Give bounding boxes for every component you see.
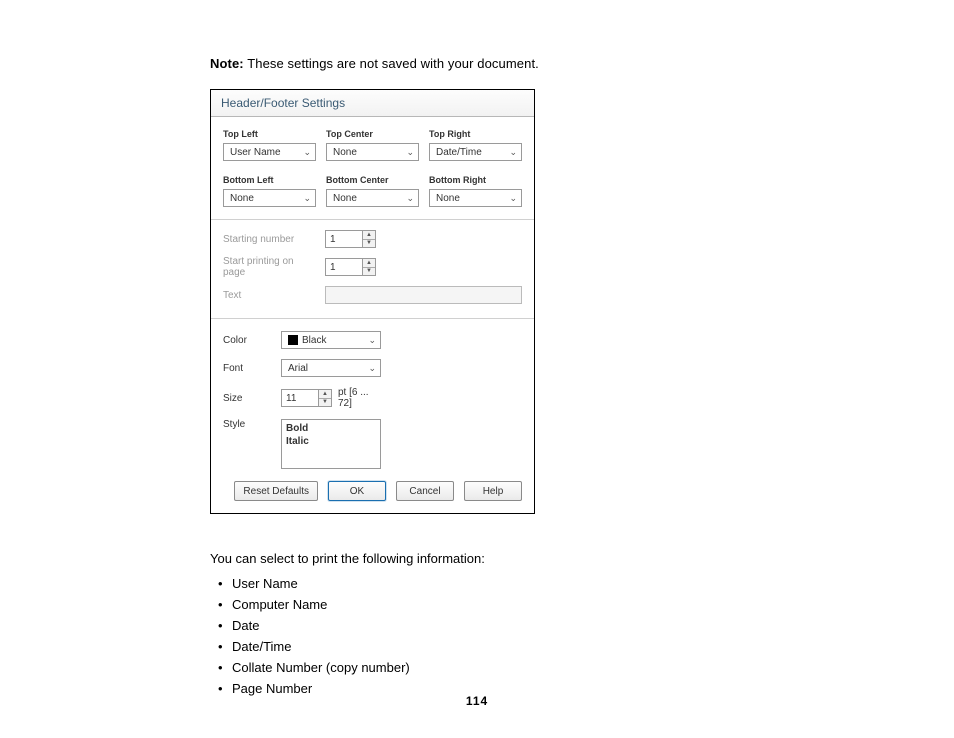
combo-value: Black — [302, 335, 326, 346]
spin-down-icon[interactable]: ▼ — [319, 399, 331, 407]
list-item[interactable]: Italic — [286, 435, 376, 448]
label-size: Size — [223, 393, 271, 404]
combo-top-left[interactable]: User Name ⌄ — [223, 143, 316, 161]
spin-up-icon[interactable]: ▲ — [363, 231, 375, 240]
chevron-down-icon: ⌄ — [509, 147, 517, 158]
list-item: Date — [218, 615, 744, 636]
label-style: Style — [223, 419, 271, 430]
combo-top-right[interactable]: Date/Time ⌄ — [429, 143, 522, 161]
mid-panel: Starting number ▲ ▼ Start printing on pa… — [211, 219, 534, 319]
combo-value: Arial — [288, 363, 308, 374]
label-bottom-center: Bottom Center — [326, 171, 419, 185]
combo-top-center[interactable]: None ⌄ — [326, 143, 419, 161]
size-hint: pt [6 ... 72] — [338, 387, 381, 409]
combo-bottom-center[interactable]: None ⌄ — [326, 189, 419, 207]
spin-up-icon[interactable]: ▲ — [363, 259, 375, 268]
chevron-down-icon: ⌄ — [509, 193, 517, 204]
label-top-center: Top Center — [326, 125, 419, 139]
note-label: Note: — [210, 56, 244, 71]
color-swatch-icon — [288, 335, 298, 345]
chevron-down-icon: ⌄ — [406, 147, 414, 158]
dialog-title: Header/Footer Settings — [211, 90, 534, 117]
ok-button[interactable]: OK — [328, 481, 386, 501]
page-number: 114 — [0, 694, 954, 708]
spin-down-icon[interactable]: ▼ — [363, 268, 375, 276]
label-font: Font — [223, 363, 271, 374]
combo-value: None — [333, 193, 357, 204]
starting-number-spinner[interactable]: ▲ ▼ — [325, 230, 376, 248]
label-bottom-right: Bottom Right — [429, 171, 522, 185]
prose-lead: You can select to print the following in… — [210, 548, 744, 569]
list-item: User Name — [218, 573, 744, 594]
note-line: Note: These settings are not saved with … — [210, 56, 744, 71]
combo-value: User Name — [230, 147, 281, 158]
combo-bottom-right[interactable]: None ⌄ — [429, 189, 522, 207]
list-item[interactable]: Bold — [286, 422, 376, 435]
combo-value: None — [230, 193, 254, 204]
label-color: Color — [223, 335, 271, 346]
list-item: Date/Time — [218, 636, 744, 657]
list-item: Collate Number (copy number) — [218, 657, 744, 678]
list-item: Computer Name — [218, 594, 744, 615]
text-field[interactable] — [325, 286, 522, 304]
label-text: Text — [223, 290, 315, 301]
note-text: These settings are not saved with your d… — [244, 56, 539, 71]
label-top-left: Top Left — [223, 125, 316, 139]
spin-up-icon[interactable]: ▲ — [319, 390, 331, 399]
combo-value: None — [436, 193, 460, 204]
reset-defaults-button[interactable]: Reset Defaults — [234, 481, 318, 501]
combo-color[interactable]: Black ⌄ — [281, 331, 381, 349]
label-starting-number: Starting number — [223, 234, 315, 245]
chevron-down-icon: ⌄ — [368, 335, 376, 346]
start-page-field[interactable] — [326, 259, 362, 275]
position-grid: Top Left Top Center Top Right User Name … — [211, 117, 534, 219]
combo-bottom-left[interactable]: None ⌄ — [223, 189, 316, 207]
prose-list: User Name Computer Name Date Date/Time C… — [218, 573, 744, 699]
chevron-down-icon: ⌄ — [406, 193, 414, 204]
chevron-down-icon: ⌄ — [303, 147, 311, 158]
size-spinner[interactable]: ▲ ▼ — [281, 389, 332, 407]
prose-block: You can select to print the following in… — [210, 548, 744, 699]
style-listbox[interactable]: Bold Italic — [281, 419, 381, 469]
size-field[interactable] — [282, 390, 318, 406]
spin-down-icon[interactable]: ▼ — [363, 240, 375, 248]
label-bottom-left: Bottom Left — [223, 171, 316, 185]
label-top-right: Top Right — [429, 125, 522, 139]
starting-number-field[interactable] — [326, 231, 362, 247]
help-button[interactable]: Help — [464, 481, 522, 501]
style-panel: Color Black ⌄ Font Arial ⌄ Size ▲ ▼ — [211, 319, 534, 481]
combo-value: Date/Time — [436, 147, 482, 158]
start-page-spinner[interactable]: ▲ ▼ — [325, 258, 376, 276]
header-footer-dialog: Header/Footer Settings Top Left Top Cent… — [210, 89, 535, 514]
chevron-down-icon: ⌄ — [368, 363, 376, 374]
label-start-printing-page: Start printing on page — [223, 256, 315, 278]
combo-value: None — [333, 147, 357, 158]
button-bar: Reset Defaults OK Cancel Help — [211, 481, 534, 513]
chevron-down-icon: ⌄ — [303, 193, 311, 204]
combo-font[interactable]: Arial ⌄ — [281, 359, 381, 377]
cancel-button[interactable]: Cancel — [396, 481, 454, 501]
